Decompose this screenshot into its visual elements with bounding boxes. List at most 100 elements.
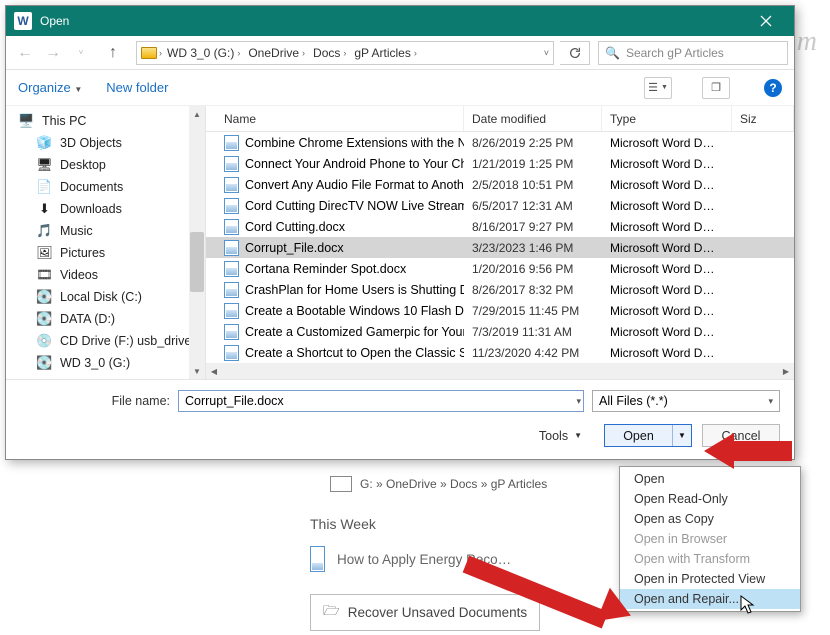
col-date[interactable]: Date modified: [464, 106, 602, 131]
chevron-right-icon: ›: [159, 48, 162, 58]
file-type: Microsoft Word D…: [602, 157, 732, 171]
open-menu-item[interactable]: Open in Browser: [620, 529, 800, 549]
recover-unsaved-button[interactable]: 🗁 Recover Unsaved Documents: [310, 594, 540, 631]
folder-icon: 🧊: [36, 136, 53, 151]
folder-icon: 💽: [36, 312, 53, 327]
organize-menu[interactable]: Organize ▼: [18, 80, 82, 95]
file-date: 11/23/2020 4:42 PM: [464, 346, 602, 360]
file-row[interactable]: Combine Chrome Extensions with the Ne…8/…: [206, 132, 794, 153]
word-doc-icon: [310, 546, 325, 572]
file-row[interactable]: Corrupt_File.docx 3/23/2023 1:46 PMMicros…: [206, 237, 794, 258]
open-split-button[interactable]: Open ▼: [604, 424, 692, 447]
addr-dropdown-icon[interactable]: ˅: [544, 48, 549, 58]
filename-value: Corrupt_File.docx: [185, 394, 284, 408]
file-row[interactable]: Create a Customized Gamerpic for Your …7…: [206, 321, 794, 342]
breadcrumb[interactable]: Docs›: [310, 46, 349, 60]
sidebar-item-label: Documents: [60, 180, 123, 194]
word-doc-icon: [224, 219, 239, 235]
sidebar-item[interactable]: 🎵Music: [10, 220, 205, 242]
folder-icon: ⬇: [36, 202, 53, 217]
file-row[interactable]: Connect Your Android Phone to Your Chr…1…: [206, 153, 794, 174]
file-date: 7/29/2015 11:45 PM: [464, 304, 602, 318]
sidebar-item[interactable]: 🧊3D Objects: [10, 132, 205, 154]
file-row[interactable]: Cortana Reminder Spot.docx1/20/2016 9:56…: [206, 258, 794, 279]
new-folder-button[interactable]: New folder: [106, 80, 168, 95]
file-type: Microsoft Word D…: [602, 178, 732, 192]
file-name: Create a Shortcut to Open the Classic Sy…: [245, 346, 464, 360]
search-input[interactable]: 🔍 Search gP Articles: [598, 41, 788, 65]
file-type: Microsoft Word D…: [602, 241, 732, 255]
file-date: 8/16/2017 9:27 PM: [464, 220, 602, 234]
close-button[interactable]: [746, 6, 786, 36]
open-button-label[interactable]: Open: [605, 425, 673, 446]
open-menu-item[interactable]: Open: [620, 469, 800, 489]
file-row[interactable]: Cord Cutting.docx8/16/2017 9:27 PMMicros…: [206, 216, 794, 237]
file-filter-dropdown[interactable]: All Files (*.*) ▾: [592, 390, 780, 412]
sidebar-item[interactable]: 📄Documents: [10, 176, 205, 198]
file-name: Cord Cutting DirecTV NOW Live Streamin…: [245, 199, 464, 213]
sidebar-item[interactable]: 💽DATA (D:): [10, 308, 205, 330]
refresh-button[interactable]: [560, 41, 590, 65]
file-date: 1/21/2019 1:25 PM: [464, 157, 602, 171]
view-options-button[interactable]: ☰ ▼: [644, 77, 672, 99]
col-name[interactable]: Name: [206, 106, 464, 131]
open-menu-item[interactable]: Open in Protected View: [620, 569, 800, 589]
nav-back-button[interactable]: ←: [12, 40, 38, 66]
filter-value: All Files (*.*): [599, 394, 668, 408]
open-menu-item[interactable]: Open as Copy: [620, 509, 800, 529]
column-headers[interactable]: Name Date modified Type Siz: [206, 106, 794, 132]
file-row[interactable]: Convert Any Audio File Format to Anothe……: [206, 174, 794, 195]
breadcrumb[interactable]: OneDrive›: [245, 46, 308, 60]
file-list-pane: Name Date modified Type Siz Combine Chro…: [206, 106, 794, 379]
file-name: Cortana Reminder Spot.docx: [245, 262, 406, 276]
word-doc-icon: [224, 156, 239, 172]
word-doc-icon: [224, 177, 239, 193]
sidebar-item[interactable]: 🖥️This PC: [10, 110, 205, 132]
file-row[interactable]: CrashPlan for Home Users is Shutting Do……: [206, 279, 794, 300]
breadcrumb[interactable]: WD 3_0 (G:)›: [164, 46, 243, 60]
dialog-bottom-panel: File name: Corrupt_File.docx ▾ All Files…: [6, 379, 794, 459]
file-date: 3/23/2023 1:46 PM: [464, 241, 602, 255]
titlebar: W Open: [6, 6, 794, 36]
folder-icon: 🎞: [36, 268, 53, 283]
sidebar-item[interactable]: 🖥Desktop: [10, 154, 205, 176]
preview-pane-button[interactable]: ❐: [702, 77, 730, 99]
tools-menu[interactable]: Tools ▼: [539, 429, 582, 443]
sidebar-scrollbar[interactable]: ▲▼: [189, 106, 205, 379]
col-size[interactable]: Siz: [732, 106, 794, 131]
nav-forward-button[interactable]: →: [40, 40, 66, 66]
col-type[interactable]: Type: [602, 106, 732, 131]
sidebar-item[interactable]: ⬇Downloads: [10, 198, 205, 220]
open-dropdown-arrow[interactable]: ▼: [673, 431, 691, 440]
filename-label: File name:: [20, 394, 170, 408]
sidebar-item[interactable]: 🖼Pictures: [10, 242, 205, 264]
horizontal-scrollbar[interactable]: ◀▶: [206, 363, 794, 379]
file-type: Microsoft Word D…: [602, 304, 732, 318]
file-type: Microsoft Word D…: [602, 325, 732, 339]
file-row[interactable]: Create a Shortcut to Open the Classic Sy…: [206, 342, 794, 363]
open-menu-item[interactable]: Open with Transform: [620, 549, 800, 569]
file-row[interactable]: Cord Cutting DirecTV NOW Live Streamin…6…: [206, 195, 794, 216]
nav-recent-dropdown[interactable]: ˅: [68, 40, 94, 66]
sidebar-item[interactable]: 💽Local Disk (C:): [10, 286, 205, 308]
dialog-title: Open: [40, 14, 746, 28]
file-type: Microsoft Word D…: [602, 136, 732, 150]
address-bar[interactable]: › WD 3_0 (G:)› OneDrive› Docs› gP Articl…: [136, 41, 554, 65]
folder-icon: 🖥️: [18, 114, 35, 129]
breadcrumb[interactable]: gP Articles›: [351, 46, 419, 60]
file-row[interactable]: Create a Bootable Windows 10 Flash Driv……: [206, 300, 794, 321]
chevron-down-icon[interactable]: ▾: [576, 396, 581, 407]
open-menu-item[interactable]: Open Read-Only: [620, 489, 800, 509]
file-date: 7/3/2019 11:31 AM: [464, 325, 602, 339]
word-doc-icon: [224, 240, 239, 256]
open-menu-item[interactable]: Open and Repair...: [620, 589, 800, 609]
file-name: Corrupt_File.docx: [245, 241, 344, 255]
nav-up-button[interactable]: ↑: [100, 40, 126, 66]
folder-icon: 💽: [36, 356, 53, 371]
filename-input[interactable]: Corrupt_File.docx ▾: [178, 390, 584, 412]
word-doc-icon: [224, 324, 239, 340]
help-icon[interactable]: ?: [764, 79, 782, 97]
sidebar-item[interactable]: 🎞Videos: [10, 264, 205, 286]
sidebar-item[interactable]: 💽WD 3_0 (G:): [10, 352, 205, 374]
sidebar-item[interactable]: 💿CD Drive (F:) usb_drivers: [10, 330, 205, 352]
